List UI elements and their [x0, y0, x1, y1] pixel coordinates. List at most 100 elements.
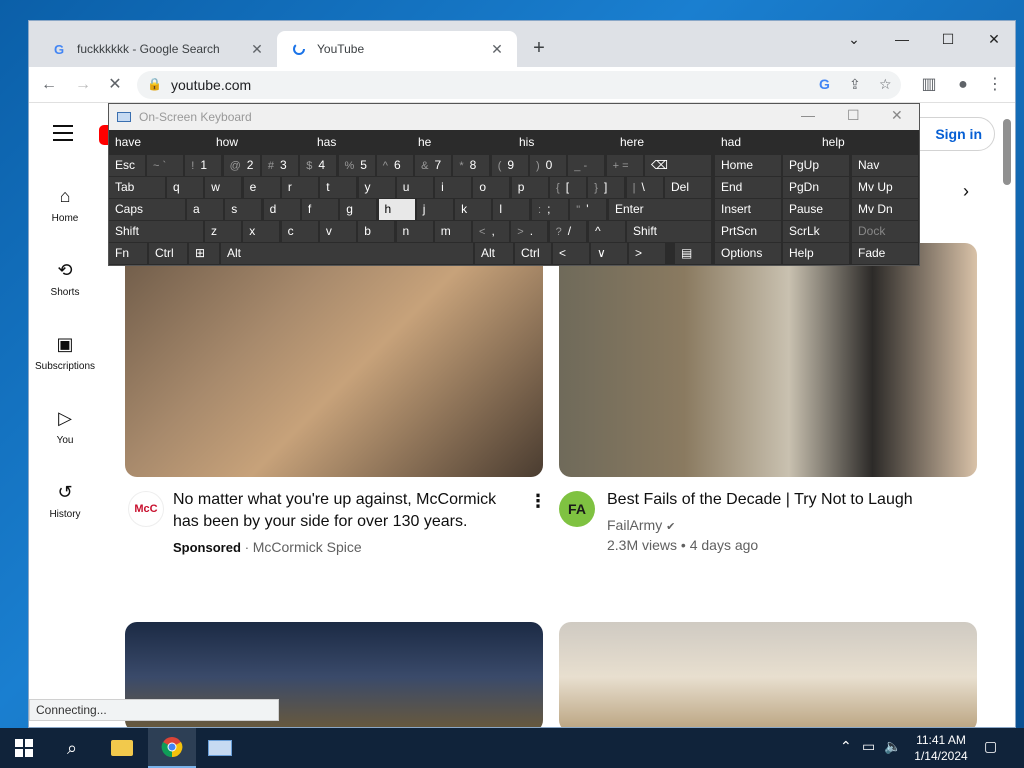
volume-muted-icon[interactable]: 🔈 — [884, 738, 901, 755]
key-u[interactable]: u — [396, 177, 433, 198]
stop-loading-button[interactable]: ✕ — [101, 71, 129, 99]
sidebar-item-subscriptions[interactable]: ▣ Subscriptions — [29, 333, 101, 372]
key-alt-right[interactable]: Alt — [475, 243, 513, 264]
key-9[interactable]: (9 — [491, 155, 528, 176]
video-title[interactable]: No matter what you're up against, McCorm… — [173, 489, 496, 511]
tab-search-button[interactable]: ⌄ — [831, 25, 877, 53]
key-p[interactable]: p — [511, 177, 548, 198]
notifications-icon[interactable]: ▢ — [984, 738, 997, 755]
key-+=[interactable]: + = — [606, 155, 643, 176]
key-insert[interactable]: Insert — [715, 199, 781, 220]
key-v[interactable]: v — [319, 221, 356, 242]
tab-google-search[interactable]: G fuckkkkkk - Google Search ✕ — [37, 31, 277, 67]
key-1[interactable]: ! 1 — [185, 155, 222, 176]
key-fade[interactable]: Fade — [852, 243, 918, 264]
key-arrow-down[interactable]: ∨ — [591, 243, 627, 264]
key-shift-right[interactable]: Shift — [627, 221, 711, 242]
key-\[interactable]: | \ — [626, 177, 663, 198]
prediction-his[interactable]: his — [513, 132, 612, 153]
key-c[interactable]: c — [281, 221, 318, 242]
prediction-had[interactable]: had — [715, 132, 814, 153]
key-esc[interactable]: Esc — [109, 155, 145, 176]
key-7[interactable]: & 7 — [415, 155, 452, 176]
key-z[interactable]: z — [205, 221, 241, 242]
key-5[interactable]: % 5 — [338, 155, 375, 176]
network-icon[interactable]: ▭ — [862, 738, 875, 755]
key-b[interactable]: b — [358, 221, 395, 242]
key-scrlk[interactable]: ScrLk — [783, 221, 849, 242]
video-thumbnail-mccormick[interactable] — [125, 243, 543, 477]
key-f[interactable]: f — [301, 199, 338, 220]
key-.[interactable]: >. — [511, 221, 548, 242]
key-i[interactable]: i — [435, 177, 472, 198]
sidebar-item-you[interactable]: ▷ You — [29, 407, 101, 446]
tab-close-icon[interactable]: ✕ — [489, 41, 505, 58]
key-m[interactable]: m — [434, 221, 471, 242]
channel-name[interactable]: FailArmy — [607, 517, 662, 533]
share-icon[interactable]: ⇪ — [849, 76, 861, 93]
key-/[interactable]: ? / — [549, 221, 586, 242]
sidebar-item-home[interactable]: ⌂ Home — [29, 185, 101, 224]
profile-avatar-icon[interactable]: ● — [949, 71, 977, 99]
key-a[interactable]: a — [187, 199, 223, 220]
prediction-help[interactable]: help — [816, 132, 912, 153]
osk-minimize-button[interactable]: — — [801, 107, 815, 123]
start-button[interactable] — [0, 728, 48, 768]
tab-youtube[interactable]: YouTube ✕ — [277, 31, 517, 67]
key-r[interactable]: r — [281, 177, 318, 198]
key-pause[interactable]: Pause — [783, 199, 849, 220]
close-window-button[interactable]: ✕ — [971, 25, 1015, 53]
sidebar-item-shorts[interactable]: ⟲ Shorts — [29, 259, 101, 298]
new-tab-button[interactable]: + — [525, 35, 553, 63]
bookmark-star-icon[interactable]: ☆ — [879, 76, 892, 93]
key-enter[interactable]: Enter — [609, 199, 711, 220]
prediction-have[interactable]: have — [109, 132, 208, 153]
key-2[interactable]: @2 — [223, 155, 260, 176]
key-,[interactable]: <, — [473, 221, 509, 242]
more-actions-icon[interactable]: ⋮ — [529, 491, 547, 512]
key-s[interactable]: s — [225, 199, 262, 220]
key-arrow-up[interactable]: ^ — [589, 221, 625, 242]
key-d[interactable]: d — [263, 199, 300, 220]
prediction-how[interactable]: how — [210, 132, 309, 153]
video-thumbnail-failarmy[interactable] — [559, 243, 977, 477]
minimize-button[interactable]: — — [879, 25, 925, 53]
osk-close-button[interactable]: ✕ — [891, 107, 903, 124]
back-button[interactable]: ← — [35, 71, 63, 99]
key-end[interactable]: End — [715, 177, 781, 198]
key-4[interactable]: $4 — [300, 155, 337, 176]
key-shift-left[interactable]: Shift — [109, 221, 203, 242]
key-options[interactable]: Options — [715, 243, 781, 264]
video-title-line2[interactable]: has been by your side for over 130 years… — [173, 511, 467, 533]
key-;[interactable]: :; — [532, 199, 568, 220]
file-explorer-icon[interactable] — [98, 728, 146, 768]
key-g[interactable]: g — [340, 199, 377, 220]
key-w[interactable]: w — [205, 177, 242, 198]
key-e[interactable]: e — [243, 177, 280, 198]
key-~`[interactable]: ~ ` — [147, 155, 183, 176]
key-_-[interactable]: _ - — [568, 155, 605, 176]
key-0[interactable]: ) 0 — [530, 155, 566, 176]
key-del[interactable]: Del — [665, 177, 711, 198]
address-bar[interactable]: 🔒 youtube.com G ⇪ ☆ — [137, 71, 901, 99]
sidebar-item-history[interactable]: ↺ History — [29, 481, 101, 520]
key-pgup[interactable]: PgUp — [783, 155, 849, 176]
key-alt-left[interactable]: Alt — [221, 243, 473, 264]
key-prtscn[interactable]: PrtScn — [715, 221, 781, 242]
channel-name[interactable]: McCormick Spice — [253, 539, 362, 555]
key-o[interactable]: o — [473, 177, 510, 198]
channel-avatar-failarmy[interactable]: FA — [559, 491, 595, 527]
side-panel-icon[interactable]: ▥ — [915, 71, 943, 99]
key-6[interactable]: ^ 6 — [376, 155, 413, 176]
key-caps[interactable]: Caps — [109, 199, 185, 220]
video-thumbnail-baking[interactable] — [559, 622, 977, 727]
key-arrow-left[interactable]: < — [553, 243, 589, 264]
key-ctrl-left[interactable]: Ctrl — [149, 243, 187, 264]
key-][interactable]: }] — [588, 177, 625, 198]
key-t[interactable]: t — [320, 177, 357, 198]
video-title[interactable]: Best Fails of the Decade | Try Not to La… — [607, 489, 913, 511]
key-x[interactable]: x — [243, 221, 280, 242]
chrome-taskbar-icon[interactable] — [148, 728, 196, 768]
key-arrow-right[interactable]: > — [629, 243, 665, 264]
key-'[interactable]: " ' — [570, 199, 607, 220]
